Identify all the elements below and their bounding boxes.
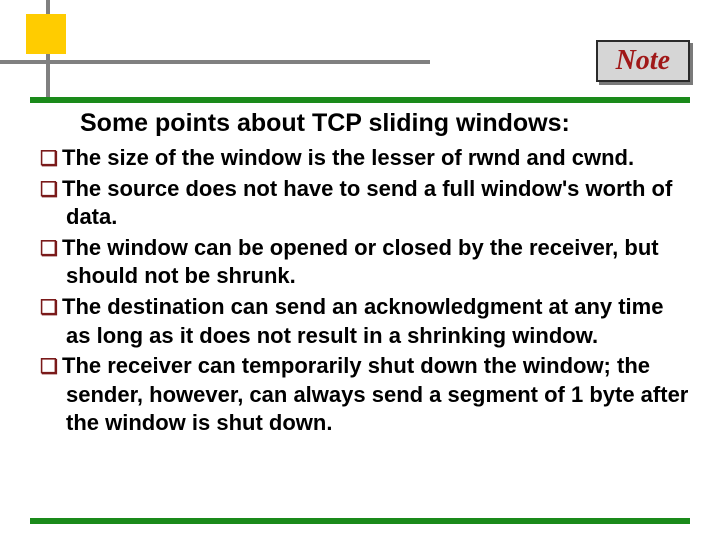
bullet-text: The window can be opened or closed by th… (62, 235, 659, 289)
list-item: ❏The source does not have to send a full… (40, 175, 690, 232)
slide-heading: Some points about TCP sliding windows: (80, 109, 690, 138)
list-item: ❏The size of the window is the lesser of… (40, 144, 690, 173)
bullet-text: The destination can send an acknowledgme… (62, 294, 663, 348)
bullet-icon: ❏ (40, 236, 58, 262)
list-item: ❏The receiver can temporarily shut down … (40, 352, 690, 438)
bullet-list: ❏The size of the window is the lesser of… (30, 144, 690, 438)
bullet-icon: ❏ (40, 177, 58, 203)
list-item: ❏The window can be opened or closed by t… (40, 234, 690, 291)
bullet-icon: ❏ (40, 146, 58, 172)
bullet-text: The source does not have to send a full … (62, 176, 672, 230)
bullet-icon: ❏ (40, 354, 58, 380)
bullet-text: The size of the window is the lesser of … (62, 145, 634, 170)
decor-square (26, 14, 66, 54)
decor-horizontal-line (0, 60, 430, 64)
bullet-icon: ❏ (40, 295, 58, 321)
note-callout: Note (596, 40, 690, 82)
bullet-text: The receiver can temporarily shut down t… (62, 353, 688, 435)
slide: Note Some points about TCP sliding windo… (0, 0, 720, 540)
content-area: Some points about TCP sliding windows: ❏… (30, 97, 690, 524)
list-item: ❏The destination can send an acknowledgm… (40, 293, 690, 350)
note-label: Note (616, 45, 670, 76)
